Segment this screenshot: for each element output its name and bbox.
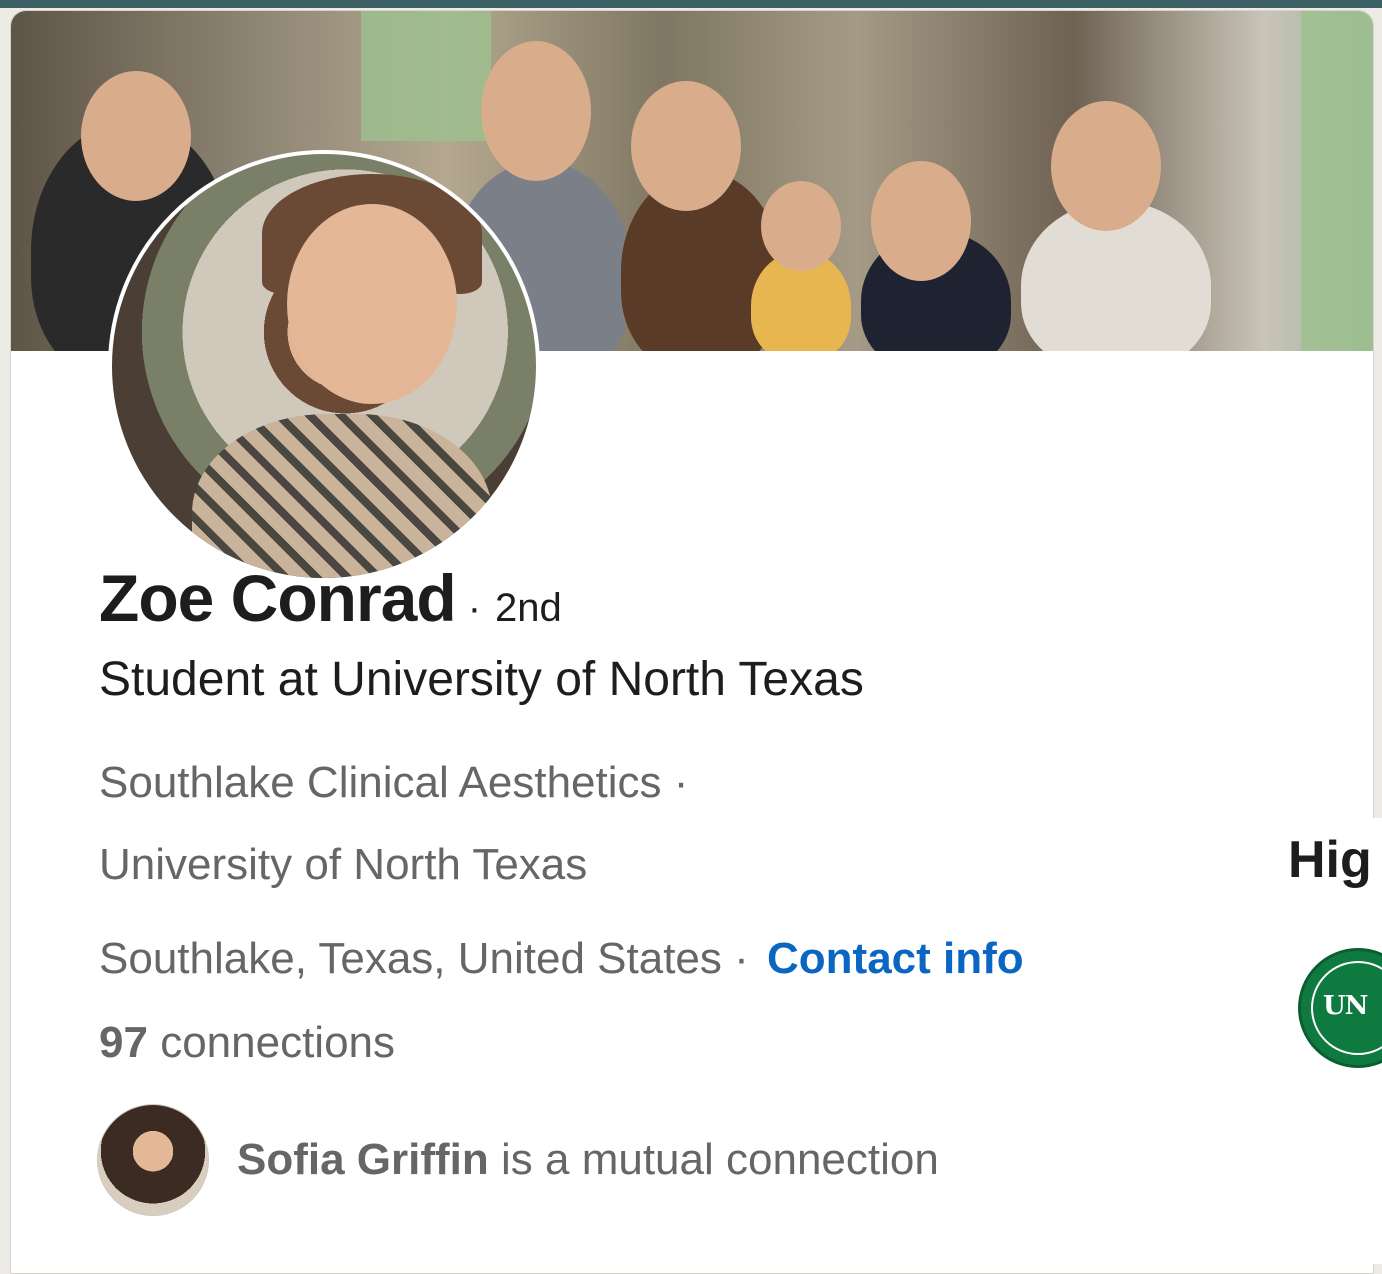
cover-window-left <box>361 11 491 141</box>
profile-card <box>10 10 1374 1274</box>
degree-separator: · <box>467 586 482 630</box>
cover-head-3 <box>631 81 741 211</box>
mutual-connection[interactable]: Sofia Griffin is a mutual connection <box>97 1104 939 1216</box>
profile-headline: Student at University of North Texas <box>99 653 864 706</box>
current-company[interactable]: Southlake Clinical Aesthetics · <box>99 758 688 808</box>
connections-number: 97 <box>99 1018 148 1067</box>
cover-head-2 <box>481 41 591 181</box>
avatar-face <box>287 204 457 404</box>
mutual-connection-suffix: is a mutual connection <box>501 1135 939 1184</box>
connections-count[interactable]: 97 connections <box>99 1018 395 1068</box>
mutual-connection-avatar <box>97 1104 209 1216</box>
profile-location: Southlake, Texas, United States · <box>99 934 749 983</box>
contact-info-link[interactable]: Contact info <box>767 934 1024 983</box>
cover-head-1 <box>81 71 191 201</box>
location-line: Southlake, Texas, United States · Contac… <box>99 934 1024 984</box>
profile-photo[interactable] <box>108 150 540 582</box>
mutual-connection-text: Sofia Griffin is a mutual connection <box>237 1135 939 1185</box>
education[interactable]: University of North Texas <box>99 840 587 890</box>
window-top-bar <box>0 0 1382 8</box>
cover-head-5 <box>1051 101 1161 231</box>
connections-label: connections <box>160 1018 396 1067</box>
connection-degree: 2nd <box>495 586 562 630</box>
mutual-connection-name: Sofia Griffin <box>237 1135 489 1184</box>
logo-text: UN <box>1323 991 1368 1021</box>
avatar-dress <box>192 414 492 578</box>
cover-head-4 <box>871 161 971 281</box>
highlights-title: Hig <box>1288 831 1372 889</box>
cover-head-baby <box>761 181 841 271</box>
highlights-panel: Hig UN <box>1286 818 1382 1264</box>
cover-window-right <box>1301 11 1373 351</box>
university-logo[interactable]: UN <box>1298 948 1382 1068</box>
